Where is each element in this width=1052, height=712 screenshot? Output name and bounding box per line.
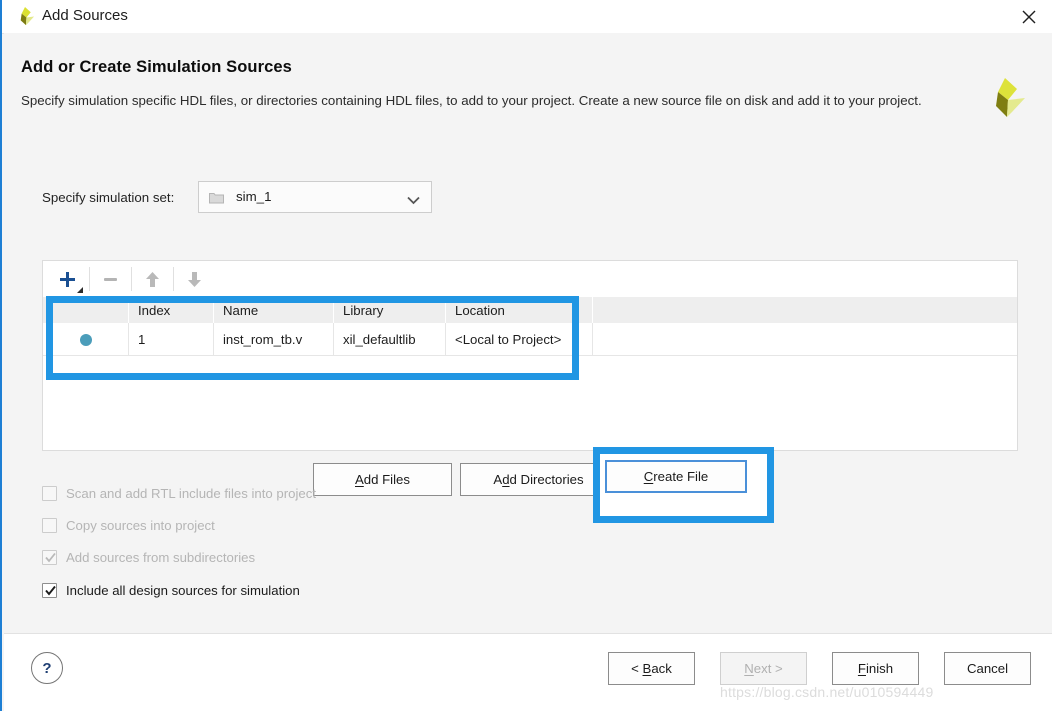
folder-icon xyxy=(209,191,224,204)
column-header-location[interactable]: Location xyxy=(445,297,593,323)
add-source-dropdown-icon[interactable] xyxy=(77,287,83,293)
row-name-cell: inst_rom_tb.v xyxy=(213,323,334,356)
create-file-button[interactable]: Create File xyxy=(605,460,747,493)
next-button: Next > xyxy=(720,652,807,685)
page-description: Specify simulation specific HDL files, o… xyxy=(21,93,922,108)
option-include-design-sources-label: Include all design sources for simulatio… xyxy=(66,582,300,598)
source-list-toolbar xyxy=(43,261,1017,297)
column-header-filler xyxy=(592,297,1017,323)
option-add-subdirectories-label: Add sources from subdirectories xyxy=(66,549,256,565)
simulation-set-value: sim_1 xyxy=(236,189,272,204)
row-status-cell xyxy=(43,323,129,356)
add-source-button[interactable] xyxy=(47,264,87,294)
column-header-library[interactable]: Library xyxy=(333,297,446,323)
column-header-index[interactable]: Index xyxy=(128,297,214,323)
row-filler-cell xyxy=(592,323,1017,356)
simulation-set-combobox[interactable]: sim_1 xyxy=(198,181,432,213)
cancel-label: Cancel xyxy=(966,661,1009,676)
option-copy-sources-label: Copy sources into project xyxy=(66,517,215,533)
status-dot-icon xyxy=(79,334,92,347)
column-header-name[interactable]: Name xyxy=(213,297,334,323)
window-title: Add Sources xyxy=(42,7,128,24)
add-files-button[interactable]: Add Files xyxy=(313,463,452,496)
dialog-footer: ? < Back Next > Finish Cancel xyxy=(4,633,1052,712)
source-files-panel: Index Name Library Location 1 inst_rom_t… xyxy=(42,260,1018,451)
option-include-design-sources[interactable]: Include all design sources for simulatio… xyxy=(42,580,300,600)
simulation-set-label: Specify simulation set: xyxy=(42,190,175,205)
move-up-button[interactable] xyxy=(132,264,172,294)
add-sources-dialog: Add Sources Add or Create Simulation Sou… xyxy=(0,0,1052,712)
next-label: Next > xyxy=(744,661,783,676)
option-include-design-sources-checkbox[interactable] xyxy=(42,582,57,598)
option-copy-sources-checkbox[interactable] xyxy=(42,517,57,533)
dialog-body: Add or Create Simulation Sources Specify… xyxy=(4,33,1052,633)
xilinx-brand-logo-icon xyxy=(983,76,1027,122)
table-row[interactable]: 1 inst_rom_tb.v xil_defaultlib <Local to… xyxy=(43,323,1017,356)
chevron-down-icon xyxy=(407,193,420,205)
finish-label: Finish xyxy=(857,661,894,676)
add-directories-label: Add Directories xyxy=(493,472,584,487)
help-button[interactable]: ? xyxy=(31,652,63,684)
create-file-label: Create File xyxy=(643,469,709,484)
option-add-subdirectories-checkbox[interactable] xyxy=(42,549,57,565)
page-title: Add or Create Simulation Sources xyxy=(21,58,292,76)
title-bar: Add Sources xyxy=(2,0,1052,34)
checkmark-icon xyxy=(45,552,56,562)
xilinx-logo-icon xyxy=(14,6,36,28)
watermark-text: https://blog.csdn.net/u010594449 xyxy=(720,684,934,700)
back-label: < Back xyxy=(631,661,672,676)
option-copy-sources[interactable]: Copy sources into project xyxy=(42,515,215,535)
finish-button[interactable]: Finish xyxy=(832,652,919,685)
row-library-cell: xil_defaultlib xyxy=(333,323,446,356)
cancel-button[interactable]: Cancel xyxy=(944,652,1031,685)
move-down-button[interactable] xyxy=(174,264,214,294)
checkmark-icon xyxy=(45,585,56,595)
back-button[interactable]: < Back xyxy=(608,652,695,685)
option-scan-rtl-include-checkbox[interactable] xyxy=(42,485,57,501)
option-scan-rtl-include-label: Scan and add RTL include files into proj… xyxy=(66,485,316,501)
add-files-label: Add Files xyxy=(355,472,410,487)
column-header-status[interactable] xyxy=(43,297,129,323)
row-index-cell: 1 xyxy=(128,323,214,356)
option-scan-rtl-include[interactable]: Scan and add RTL include files into proj… xyxy=(42,483,316,503)
remove-source-button[interactable] xyxy=(90,264,130,294)
table-header-row: Index Name Library Location xyxy=(43,297,1017,323)
row-location-cell: <Local to Project> xyxy=(445,323,593,356)
option-add-subdirectories[interactable]: Add sources from subdirectories xyxy=(42,547,255,567)
source-files-table: Index Name Library Location 1 inst_rom_t… xyxy=(43,297,1017,356)
close-icon[interactable] xyxy=(1006,0,1052,33)
